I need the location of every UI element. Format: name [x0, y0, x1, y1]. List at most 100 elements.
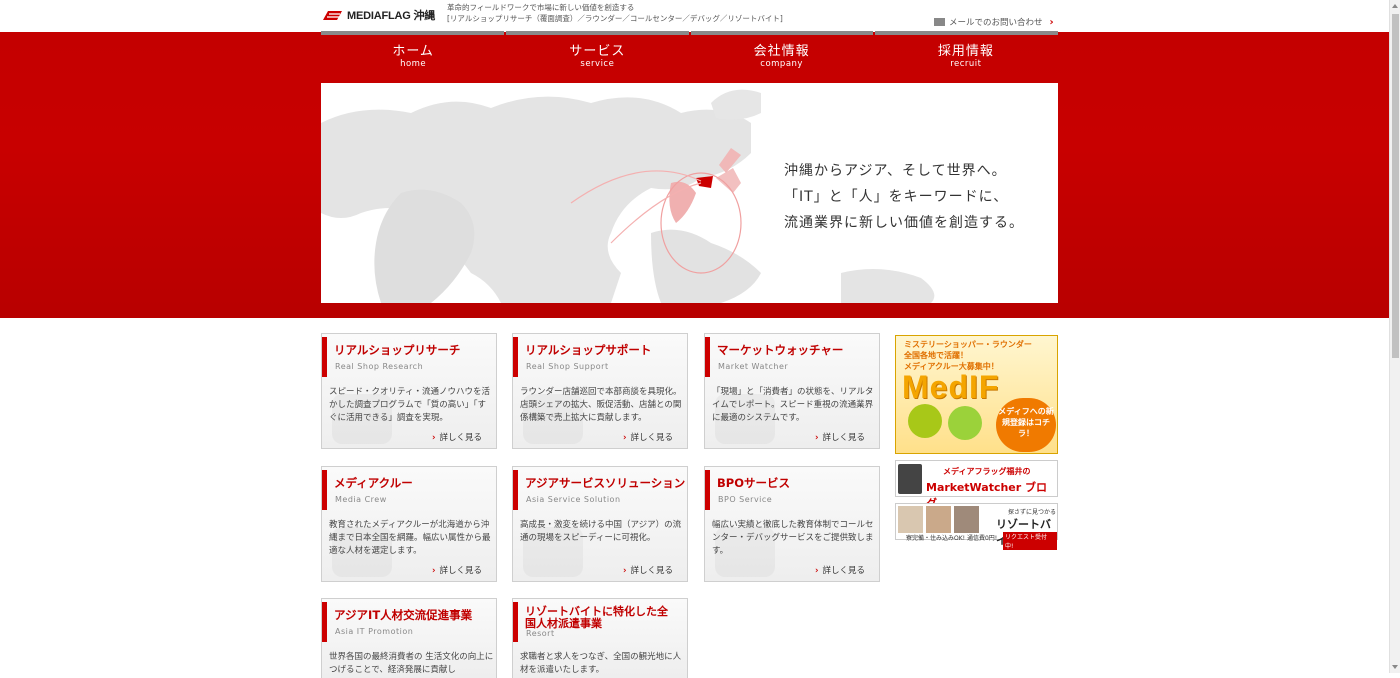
- medif-banner[interactable]: ミステリーショッパー・ラウンダー 全国各地で活躍！ メディアクルー大募集中！ M…: [895, 335, 1058, 454]
- service-card-asia-it[interactable]: アジアIT人材交流促進事業 Asia IT Promotion 世界各国の最終消…: [321, 598, 497, 678]
- card-description: 「現場」と「消費者」の状態を、リアルタイムでレポート。スピード重視の流通業界に最…: [712, 387, 874, 423]
- medif-cta: メディフへの新規登録はコチラ！: [996, 398, 1056, 452]
- card-accent: [322, 470, 327, 510]
- card-accent: [705, 470, 710, 510]
- card-more-link[interactable]: › 詳しく見る: [623, 564, 673, 576]
- service-card-asia-solution[interactable]: アジアサービスソリューション Asia Service Solution 高成長…: [512, 466, 688, 582]
- marketwatcher-blog-banner[interactable]: メディアフラッグ福井の MarketWatcher ブログ: [895, 460, 1058, 510]
- nav-service[interactable]: サービス service: [505, 35, 689, 83]
- card-more-link[interactable]: › 詳しく見る: [432, 431, 482, 443]
- main-nav: ホーム home サービス service 会社情報 company 採用情報 …: [321, 35, 1058, 83]
- card-accent: [705, 337, 710, 377]
- card-subtitle: Market Watcher: [718, 362, 789, 371]
- card-more-link[interactable]: › 詳しく見る: [623, 431, 673, 443]
- card-title: アジアサービスソリューション: [525, 476, 686, 490]
- resort-line-3: 寮完備・住み込みOK! 通信費0円!: [906, 535, 998, 542]
- card-more-label: 詳しく見る: [822, 433, 865, 443]
- card-description: 求職者と求人をつなぎ、全国の観光地に人材を派遣いたします。: [520, 652, 682, 675]
- top-header: MEDIAFLAG 沖縄 革命的フィールドワークで市場に新しい価値を創造する […: [0, 0, 1389, 32]
- scroll-up-icon[interactable]: [1392, 4, 1398, 8]
- chevron-right-icon: ›: [814, 433, 819, 443]
- medif-line-2: 全国各地で活躍！: [904, 351, 968, 360]
- mw-line-1: メディアフラッグ福井の: [943, 467, 1031, 476]
- chevron-right-icon: ›: [622, 566, 627, 576]
- service-card-real-shop-support[interactable]: リアルショップサポート Real Shop Support ラウンダー店舗巡回で…: [512, 333, 688, 449]
- card-subtitle: Real Shop Support: [526, 362, 609, 371]
- resort-line-4: リクエスト受付中!: [1003, 532, 1057, 550]
- service-card-media-crew[interactable]: メディアクルー Media Crew 教育されたメディアクルーが北海道から沖縄ま…: [321, 466, 497, 582]
- card-description: 幅広い実績と徹底した教育体制でコールセンター・デバッグサービスをご提供致します。: [712, 520, 874, 556]
- nav-recruit-label: 採用情報: [937, 44, 994, 59]
- medif-line-1: ミステリーショッパー・ラウンダー: [904, 340, 1032, 349]
- person-photo: [954, 506, 979, 533]
- service-card-bpo[interactable]: BPOサービス BPO Service 幅広い実績と徹底した教育体制でコールセン…: [704, 466, 880, 582]
- page-scrollbar[interactable]: [1389, 0, 1400, 673]
- nav-home-label: ホーム: [392, 44, 434, 59]
- site-logo[interactable]: MEDIAFLAG 沖縄: [321, 7, 435, 23]
- hero-line-3: 流通業界に新しい価値を創造する。: [784, 215, 1024, 231]
- card-description: スピード・クオリティ・流通ノウハウを活かした調査プログラムで「質の高い」「すぐに…: [329, 387, 490, 423]
- hero-line-1: 沖縄からアジア、そして世界へ。: [784, 163, 1007, 179]
- card-accent: [513, 602, 518, 642]
- card-subtitle: Asia IT Promotion: [335, 627, 414, 636]
- card-more-label: 詳しく見る: [630, 433, 673, 443]
- card-more-label: 詳しく見る: [630, 566, 673, 576]
- card-more-label: 詳しく見る: [439, 433, 482, 443]
- card-more-link[interactable]: › 詳しく見る: [432, 564, 482, 576]
- nav-home[interactable]: ホーム home: [321, 35, 505, 83]
- contact-link[interactable]: メールでのお問い合わせ ›: [934, 16, 1054, 28]
- card-subtitle: Resort: [526, 629, 555, 638]
- card-title: BPOサービス: [717, 476, 790, 490]
- logo-flag-icon: [321, 9, 343, 21]
- nav-home-sub: home: [400, 59, 427, 69]
- hero-line-2: 「IT」と「人」をキーワードに、: [784, 189, 1009, 205]
- person-photo: [926, 506, 951, 533]
- nav-service-sub: service: [580, 59, 615, 69]
- card-accent: [322, 337, 327, 377]
- chevron-right-icon: ›: [814, 566, 819, 576]
- nav-company[interactable]: 会社情報 company: [690, 35, 874, 83]
- card-more-link[interactable]: › 詳しく見る: [815, 431, 865, 443]
- resort-line-1: 探さずに見つかる: [1008, 509, 1057, 516]
- resort-baito-banner[interactable]: 探さずに見つかる リゾートバイト 寮完備・住み込みOK! 通信費0円! リクエス…: [895, 503, 1058, 550]
- card-subtitle: Media Crew: [335, 495, 387, 504]
- person-photo: [898, 506, 923, 533]
- card-more-link[interactable]: › 詳しく見る: [815, 564, 865, 576]
- tagline-services: [リアルショップリサーチ（覆面調査）／ラウンダー／コールセンター／デバッグ／リゾ…: [447, 14, 783, 23]
- scrollbar-thumb[interactable]: [1392, 14, 1399, 358]
- person-photo: [898, 464, 922, 494]
- chevron-right-icon: ›: [431, 566, 436, 576]
- nav-service-label: サービス: [569, 44, 626, 59]
- card-more-label: 詳しく見る: [439, 566, 482, 576]
- mascot-image: [948, 406, 982, 440]
- chevron-right-icon: ›: [1049, 16, 1054, 28]
- card-description: 世界各国の最終消費者の 生活文化の向上につげることで、経済発展に貢献し: [329, 652, 494, 675]
- scroll-down-icon[interactable]: [1392, 665, 1398, 669]
- service-card-resort[interactable]: リゾートバイトに特化した全国人材派遣事業 Resort 求職者と求人をつなぎ、全…: [512, 598, 688, 678]
- card-subtitle: Real Shop Research: [335, 362, 424, 371]
- card-more-label: 詳しく見る: [822, 566, 865, 576]
- tagline-main: 革命的フィールドワークで市場に新しい価値を創造する: [447, 3, 635, 12]
- card-title: リアルショップサポート: [525, 343, 652, 357]
- card-subtitle: BPO Service: [718, 495, 773, 504]
- nav-company-sub: company: [760, 59, 803, 69]
- card-title: リゾートバイトに特化した全国人材派遣事業: [525, 605, 668, 630]
- service-card-real-shop-research[interactable]: リアルショップリサーチ Real Shop Research スピード・クオリテ…: [321, 333, 497, 449]
- card-description: ラウンダー店舗巡回で本部商談を具現化。店頭シェアの拡大、販促活動、店舗との関係構…: [520, 387, 682, 423]
- card-description: 教育されたメディアクルーが北海道から沖縄まで日本全国を網羅。幅広い属性から最適な…: [329, 520, 491, 556]
- card-title: リアルショップリサーチ: [334, 343, 461, 357]
- card-description: 高成長・激変を続ける中国（アジア）の流通の現場をスピーディーに可視化。: [520, 520, 682, 543]
- mascot-image: [908, 404, 942, 438]
- card-accent: [513, 337, 518, 377]
- nav-company-label: 会社情報: [753, 44, 810, 59]
- logo-text: MEDIAFLAG 沖縄: [347, 10, 436, 22]
- service-card-market-watcher[interactable]: マーケットウォッチャー Market Watcher 「現場」と「消費者」の状態…: [704, 333, 880, 449]
- chevron-right-icon: ›: [622, 433, 627, 443]
- card-title: アジアIT人材交流促進事業: [334, 608, 473, 622]
- card-title: メディアクルー: [334, 476, 413, 490]
- header-tagline: 革命的フィールドワークで市場に新しい価値を創造する [リアルショップリサーチ（覆…: [447, 2, 783, 24]
- nav-recruit[interactable]: 採用情報 recruit: [874, 35, 1058, 83]
- mail-icon: [934, 18, 945, 26]
- card-accent: [322, 602, 327, 642]
- medif-logo: MedIF: [902, 369, 1000, 405]
